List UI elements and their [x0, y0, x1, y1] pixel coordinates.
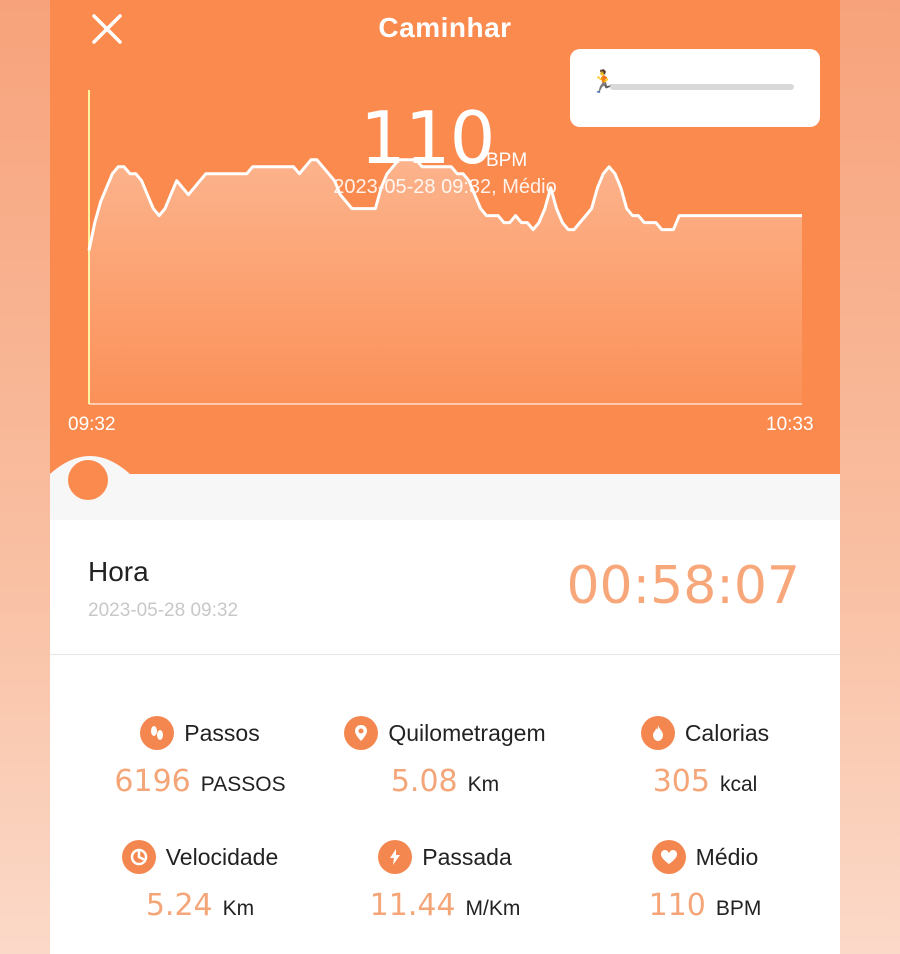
- stat-value: 5.08: [390, 764, 458, 799]
- background-left: [0, 0, 50, 954]
- x-tick-end: 10:33: [766, 414, 814, 435]
- lightning-icon: [378, 840, 413, 874]
- duration-summary: Hora 2023-05-28 09:32 00:58:07: [50, 520, 840, 655]
- stat-passada: Passada 11.44 M/Km: [315, 840, 575, 923]
- heart-icon: [651, 840, 686, 874]
- app-screen: Caminhar 🏃 110 BPM 2023-05-28 09:32, Méd…: [50, 0, 840, 954]
- stat-label: Médio: [695, 843, 759, 870]
- flame-icon: [640, 716, 675, 750]
- stat-label: Quilometragem: [388, 719, 546, 746]
- page-title: Caminhar: [378, 12, 512, 43]
- stat-unit: M/Km: [465, 897, 521, 920]
- stat-value: 305: [652, 764, 710, 799]
- stat-value: 5.24: [145, 888, 213, 923]
- x-tick-start: 09:32: [68, 414, 116, 435]
- stat-unit: BPM: [715, 897, 762, 920]
- stat-calorias: Calorias 305 kcal: [575, 716, 835, 799]
- stat-value: 6196: [114, 764, 191, 799]
- stat-label: Passada: [422, 843, 512, 870]
- stat-label: Velocidade: [165, 843, 279, 870]
- duration-value: 00:58:07: [566, 556, 800, 616]
- hero-bottom-strip: [50, 480, 840, 520]
- duration-label: Hora: [88, 556, 149, 587]
- stat-unit: kcal: [719, 773, 758, 796]
- stat-passos: Passos 6196 PASSOS: [70, 716, 330, 799]
- stat-unit: Km: [467, 773, 500, 796]
- stat-value: 11.44: [369, 888, 456, 923]
- heart-rate-chart[interactable]: [50, 80, 840, 410]
- duration-date: 2023-05-28 09:32: [88, 600, 239, 621]
- heart-rate-area: [89, 159, 802, 404]
- stat-velocidade: Velocidade 5.24 Km: [70, 840, 330, 923]
- stat-unit: PASSOS: [200, 773, 286, 796]
- stat-label: Passos: [184, 719, 260, 746]
- clock-icon: [121, 840, 156, 874]
- stats-grid: Passos 6196 PASSOS Quilometragem 5.08 Km: [50, 700, 840, 954]
- timeline-scrubber[interactable]: [68, 460, 108, 500]
- stat-value: 110: [648, 888, 706, 923]
- footprints-icon: [140, 716, 175, 750]
- stat-label: Calorias: [684, 719, 770, 746]
- stat-unit: Km: [222, 897, 255, 920]
- scrubber-track: [50, 456, 840, 482]
- location-pin-icon: [344, 716, 379, 750]
- stat-quilometragem: Quilometragem 5.08 Km: [315, 716, 575, 799]
- stat-medio: Médio 110 BPM: [575, 840, 835, 923]
- background-right: [840, 0, 900, 954]
